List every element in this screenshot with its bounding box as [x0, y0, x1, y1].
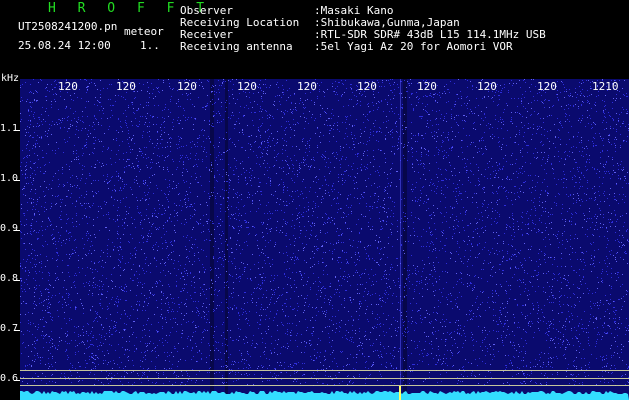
header: H R O F F T UT2508241200.pn meteor 25.08…: [0, 0, 629, 76]
x-tick-label: 120: [297, 80, 317, 93]
x-tick-label: 1210: [592, 80, 619, 93]
x-tick-label: 120: [116, 80, 136, 93]
x-tick-label: 120: [537, 80, 557, 93]
x-tick-label: 120: [177, 80, 197, 93]
info-key: Receiving antenna: [180, 40, 293, 53]
x-tick-label: 120: [237, 80, 257, 93]
y-unit-label: kHz: [1, 73, 20, 84]
x-tick-label: 120: [58, 80, 78, 93]
y-tick-label: 0.6: [0, 373, 19, 384]
y-tick-label: 0.7: [0, 323, 19, 334]
y-tick-label: 1.1: [0, 123, 19, 134]
extra-label: 1..: [140, 39, 160, 52]
x-tick-label: 120: [357, 80, 377, 93]
filename-label: UT2508241200.pn: [18, 20, 118, 33]
spectrogram-canvas: [20, 79, 629, 400]
x-tick-label: 120: [477, 80, 497, 93]
spectrogram-plot: [20, 79, 629, 400]
info-antenna: Receiving antenna :5el Yagi Az 20 for Aom…: [180, 41, 513, 53]
x-tick-label: 120: [417, 80, 437, 93]
filename-suffix: meteor: [124, 25, 164, 38]
info-value: :5el Yagi Az 20 for Aomori VOR: [314, 40, 513, 53]
datetime-label: 25.08.24 12:00: [18, 39, 111, 52]
y-tick-label: 0.8: [0, 273, 19, 284]
y-tick-label: 1.0: [0, 173, 19, 184]
y-tick-label: 0.9: [0, 223, 19, 234]
